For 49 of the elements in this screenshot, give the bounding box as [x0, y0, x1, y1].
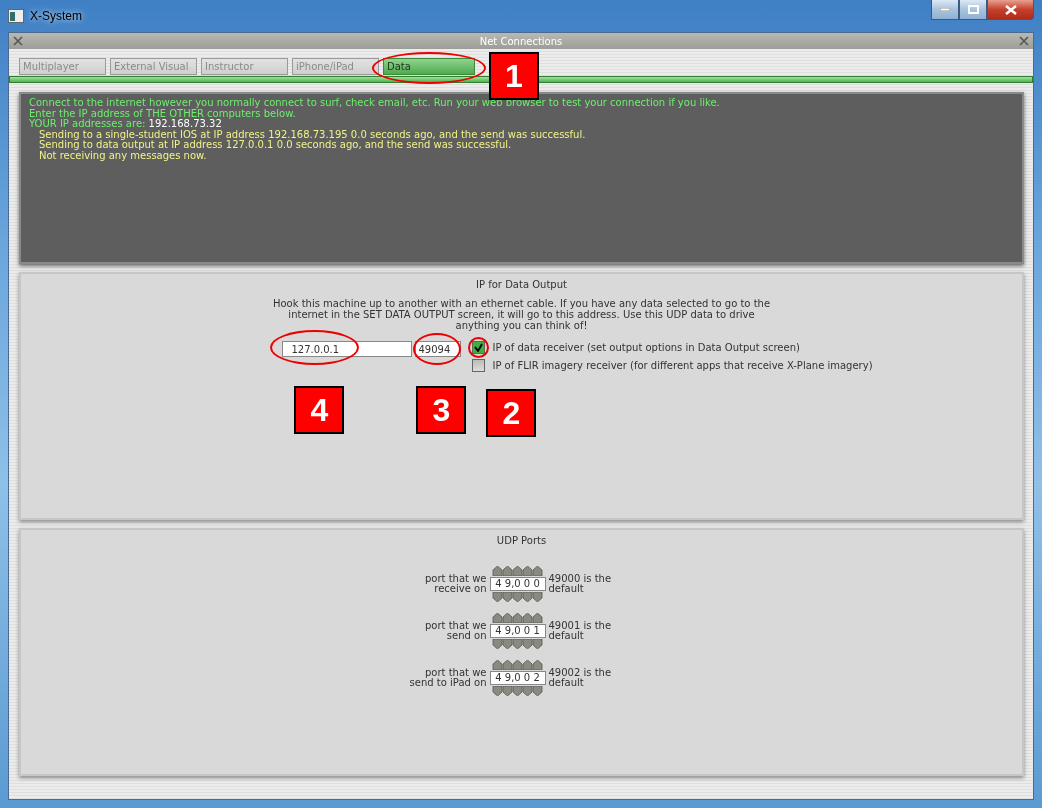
tab[interactable]: Data [383, 58, 475, 75]
close-icon[interactable] [1019, 36, 1029, 46]
card-title: UDP Ports [496, 535, 547, 546]
callout-number: 1 [489, 52, 539, 100]
port-label: port that we send to iPad on [408, 668, 487, 688]
decrement-arrows-icon[interactable] [489, 639, 544, 649]
callout-number: 3 [416, 386, 467, 434]
checkbox[interactable] [472, 359, 486, 372]
decrement-arrows-icon[interactable] [489, 686, 544, 696]
port-value[interactable]: 4 9,0 0 1 [489, 624, 546, 638]
ip-address: 192.168.73.32 [148, 118, 222, 129]
port-field[interactable]: 49094 [415, 341, 462, 357]
port-value[interactable]: 4 9,0 0 0 [489, 577, 546, 591]
message-line: Sending to data output at IP address 127.0.0.1 0.0 seconds ago, and the send was successful. [38, 140, 513, 151]
port-note: 49002 is the default [548, 668, 613, 688]
port-label: port that we send on [424, 621, 487, 641]
decrement-arrows-icon[interactable] [489, 592, 544, 602]
increment-arrows-icon[interactable] [489, 613, 544, 623]
close-icon [1004, 4, 1017, 15]
increment-arrows-icon[interactable] [489, 566, 544, 576]
panel-title: Net Connections [478, 35, 564, 47]
checkbox-label: IP of FLIR imagery receiver (for different apps that receive X-Plane imagery) [492, 360, 873, 371]
maximize-icon [967, 5, 979, 14]
description: Hook this machine up to another with an ethernet cable. If you have any data selected to go to the internet in the SET DATA OUTPUT screen, it will go to this address. Use this UDP data to drive anything you can think of! [271, 298, 772, 331]
port-label: port that we receive on [424, 574, 487, 594]
card-title: IP for Data Output [476, 279, 567, 290]
minimize-icon [940, 8, 950, 11]
checkmark-icon [474, 343, 484, 352]
message-line: YOUR IP addresses are: [29, 118, 146, 129]
port-note: 49000 is the default [548, 574, 613, 594]
port-note: 49001 is the default [548, 621, 613, 641]
checkbox-label: IP of data receiver (set output options in Data Output screen) [492, 342, 800, 353]
highlight-ring [413, 333, 462, 365]
callout-number: 4 [294, 386, 345, 434]
increment-arrows-icon[interactable] [489, 660, 544, 670]
ip-field[interactable]: 127.0.0.1 [282, 341, 413, 357]
message-line: Sending to a single-student IOS at IP address 192.168.73.195 0.0 seconds ago, and the send was successful. [38, 129, 587, 140]
message-line: Not receiving any messages now. [38, 150, 208, 161]
message-line: Connect to the internet however you normally connect to surf, check email, etc. Run your web browser to test your connection if you like. [29, 98, 721, 109]
close-button[interactable] [987, 0, 1034, 20]
callout-number: 2 [486, 389, 537, 437]
maximize-button[interactable] [959, 0, 987, 20]
port-value[interactable]: 4 9,0 0 2 [489, 671, 546, 685]
message-line: Enter the IP address of THE OTHER computers below. [29, 108, 297, 119]
close-icon[interactable] [13, 36, 23, 46]
window-title: X-System [30, 9, 82, 23]
checkbox[interactable] [472, 341, 486, 354]
app-icon [8, 9, 24, 23]
minimize-button[interactable] [931, 0, 959, 20]
